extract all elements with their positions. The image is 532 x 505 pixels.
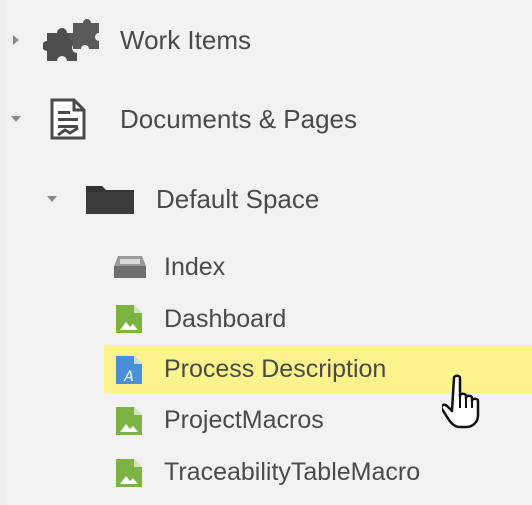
- tree-item-label: Dashboard: [164, 304, 287, 333]
- svg-text:A: A: [123, 369, 134, 385]
- document-page-icon: A: [112, 353, 146, 387]
- hand-pointer-cursor-icon: [440, 374, 490, 432]
- tree-item-label: Work Items: [120, 24, 251, 55]
- index-tray-icon: [110, 252, 150, 282]
- folder-icon: [82, 180, 138, 218]
- page-icon: [112, 456, 146, 490]
- tree-item-default-space[interactable]: Default Space: [156, 177, 319, 221]
- tree-item-label: Process Description: [164, 354, 387, 383]
- tree-item-work-items[interactable]: Work Items: [120, 18, 251, 62]
- tree-item-label: Default Space: [156, 183, 320, 214]
- tree-item-label: Documents & Pages: [120, 103, 358, 134]
- expand-arrow-icon[interactable]: [8, 32, 24, 48]
- collapse-arrow-icon[interactable]: [44, 191, 60, 207]
- tree-item-label: ProjectMacros: [164, 405, 324, 434]
- tree-item-label: TraceabilityTableMacro: [164, 457, 421, 486]
- puzzle-icon: [42, 19, 102, 63]
- page-icon: [112, 302, 146, 336]
- tree-item-documents-pages[interactable]: Documents & Pages: [120, 97, 357, 141]
- tree-item-process-description[interactable]: Process Description: [164, 347, 386, 391]
- collapse-arrow-icon[interactable]: [8, 111, 24, 127]
- tree-item-label: Index: [164, 252, 226, 281]
- document-icon: [46, 96, 90, 142]
- page-icon: [112, 404, 146, 438]
- tree-item-traceability-table-macro[interactable]: TraceabilityTableMacro: [164, 450, 420, 494]
- tree-item-dashboard[interactable]: Dashboard: [164, 297, 286, 341]
- tree-item-index[interactable]: Index: [164, 245, 225, 289]
- tree-item-project-macros[interactable]: ProjectMacros: [164, 398, 324, 442]
- project-navigation-tree: Work Items Documents & Pages Default Spa…: [6, 0, 532, 505]
